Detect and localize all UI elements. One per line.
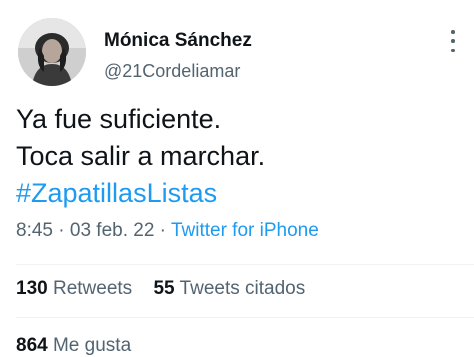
- tweet-time[interactable]: 8:45: [16, 220, 53, 241]
- tweet-date[interactable]: 03 feb. 22: [70, 220, 155, 241]
- likes-stats: 864 Me gusta: [16, 335, 131, 357]
- quote-tweets-count: 55: [153, 278, 175, 299]
- likes-count: 864: [16, 335, 48, 356]
- tweet-meta: 8:45 · 03 feb. 22 · Twitter for iPhone: [16, 220, 319, 242]
- divider: [16, 317, 474, 318]
- author-name[interactable]: Mónica Sánchez: [104, 30, 252, 52]
- divider: [16, 264, 474, 265]
- tweet-text: Ya fue suficiente. Toca salir a marchar.…: [16, 101, 265, 212]
- tweet-text-line: Toca salir a marchar.: [16, 141, 266, 171]
- retweets-label: Retweets: [52, 278, 133, 299]
- likes-label: Me gusta: [52, 335, 132, 356]
- quote-tweets-stat[interactable]: 55 Tweets citados: [153, 278, 305, 299]
- likes-stat[interactable]: 864 Me gusta: [16, 335, 131, 356]
- meta-separator: ·: [52, 220, 70, 241]
- tweet-source-link[interactable]: Twitter for iPhone: [171, 220, 319, 241]
- meta-separator: ·: [154, 220, 171, 241]
- quote-tweets-label: Tweets citados: [179, 278, 306, 299]
- dot: [451, 30, 455, 34]
- retweets-count: 130: [16, 278, 48, 299]
- tweet-card: Mónica Sánchez @21Cordeliamar Ya fue suf…: [0, 0, 474, 357]
- engagement-stats: 130 Retweets 55 Tweets citados: [16, 278, 305, 300]
- avatar[interactable]: [18, 18, 86, 86]
- tweet-text-line: Ya fue suficiente.: [16, 104, 222, 134]
- dot: [451, 48, 455, 52]
- hashtag-link[interactable]: #ZapatillasListas: [16, 175, 265, 212]
- dot: [451, 39, 455, 43]
- retweets-stat[interactable]: 130 Retweets: [16, 278, 132, 299]
- more-vertical-icon[interactable]: [444, 30, 462, 52]
- author-handle[interactable]: @21Cordeliamar: [104, 61, 240, 82]
